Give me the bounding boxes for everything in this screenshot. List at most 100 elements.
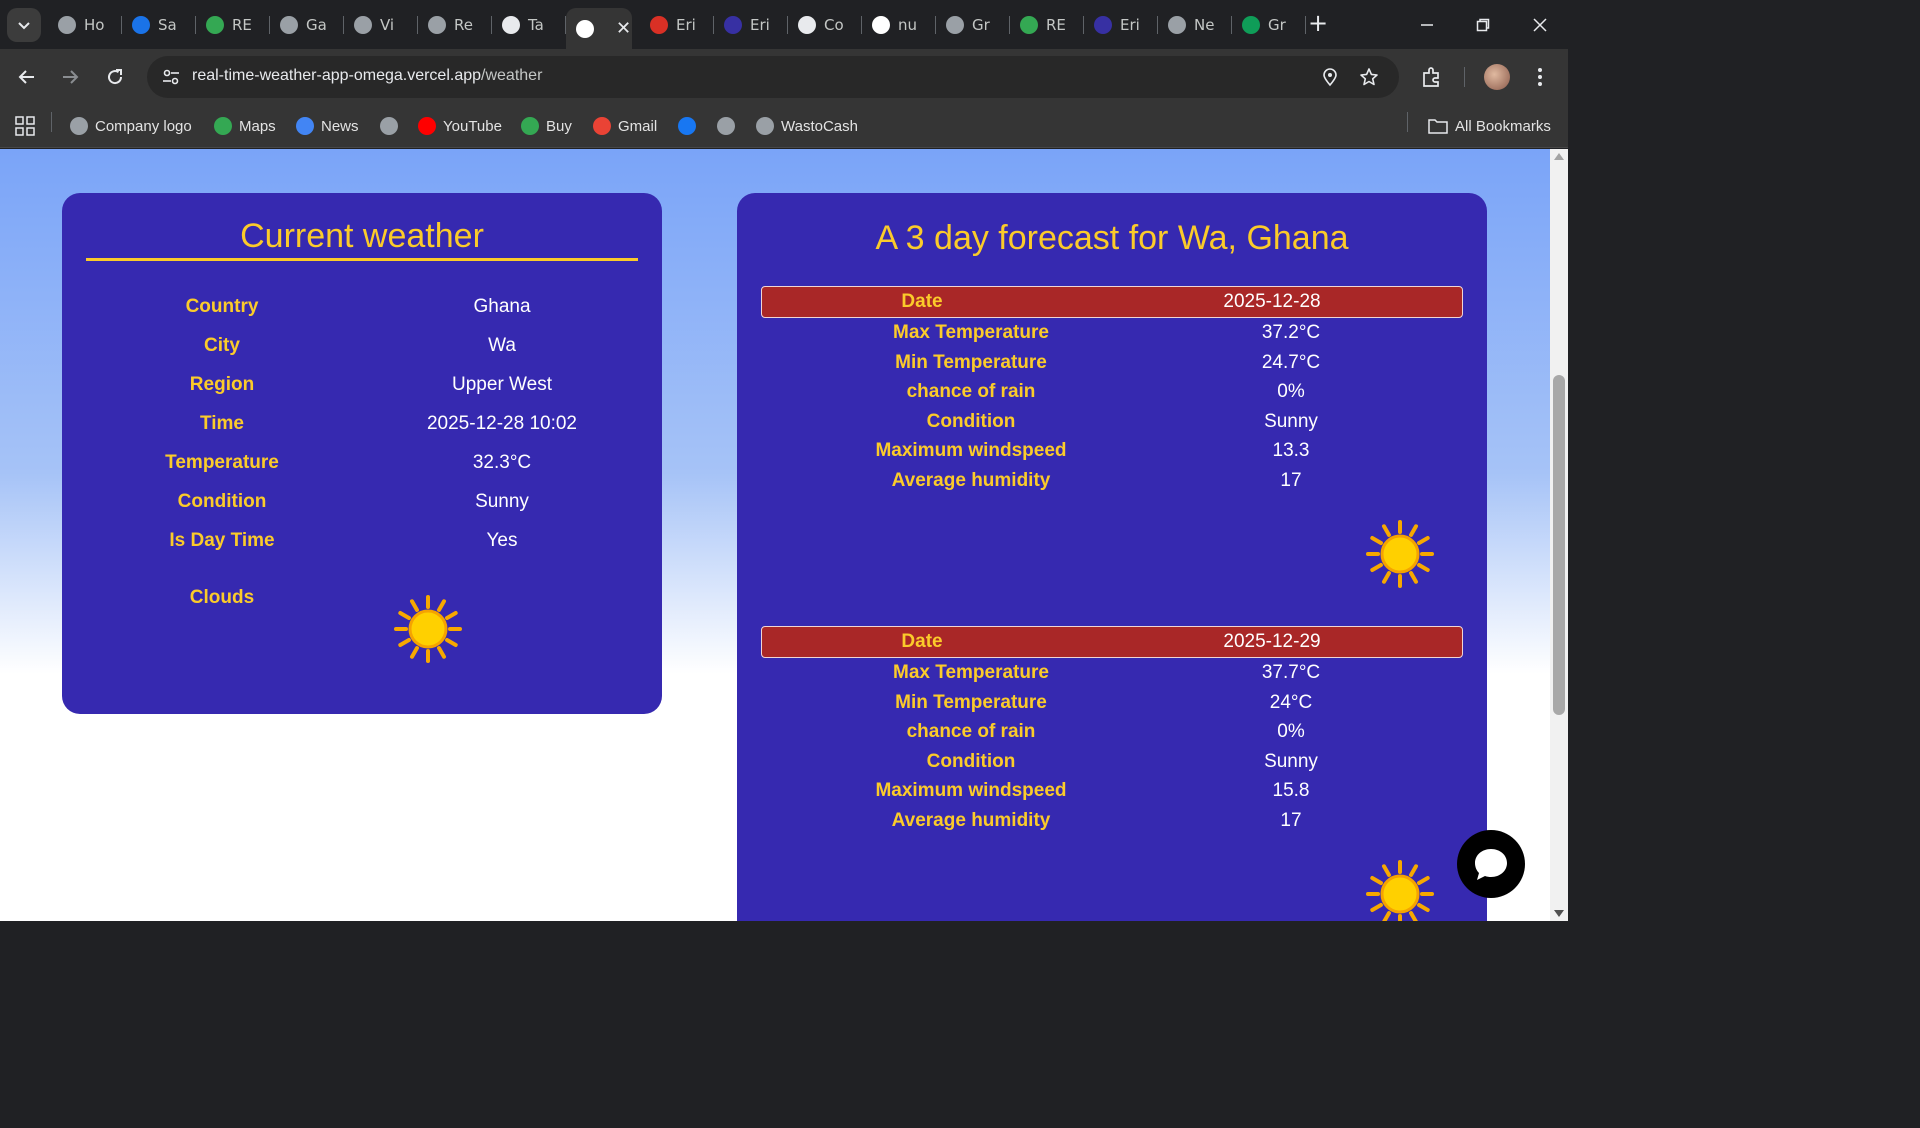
current-value: 2025-12-28 10:02 xyxy=(426,413,577,434)
date-label: Date xyxy=(901,631,943,652)
current-value: 32.3°C xyxy=(472,452,532,473)
forecast-value: 13.3 xyxy=(1272,440,1310,461)
forecast-row: Min Temperature 24°C xyxy=(761,692,1463,720)
bookmark-item[interactable]: News xyxy=(296,115,359,137)
location-icon[interactable] xyxy=(1320,67,1340,87)
browser-tab[interactable]: ✕ xyxy=(566,8,632,49)
bookmark-item[interactable] xyxy=(678,115,696,137)
browser-tab[interactable]: Eri xyxy=(714,8,788,42)
google-icon xyxy=(872,16,890,34)
star-icon[interactable] xyxy=(1359,67,1379,87)
bookmark-item[interactable]: WastoCash xyxy=(756,115,858,137)
forecast-label: Min Temperature xyxy=(895,691,1047,713)
browser-tab[interactable]: Ta xyxy=(492,8,566,42)
forward-button[interactable] xyxy=(54,61,86,93)
reload-icon xyxy=(108,69,123,85)
forecast-value: 37.7°C xyxy=(1261,662,1321,683)
forecast-label: Average humidity xyxy=(891,809,1051,831)
current-label: Temperature xyxy=(165,452,279,473)
apps-grid-icon[interactable] xyxy=(14,115,36,137)
tab-label: Ga xyxy=(306,16,327,34)
bookmark-item[interactable]: Maps xyxy=(214,115,276,137)
bookmark-item[interactable]: Gmail xyxy=(593,115,657,137)
extensions-icon[interactable] xyxy=(1420,65,1444,89)
leaf-icon xyxy=(1020,16,1038,34)
browser-tab[interactable]: Ho xyxy=(48,8,122,42)
tab-label: Eri xyxy=(1120,16,1140,34)
tab-strip: Ho Sa RE Ga Vi Re Ta ✕ Eri Eri Co nu Gr RE Eri Ne Gr + xyxy=(0,0,1568,49)
close-window-button[interactable] xyxy=(1512,0,1568,49)
current-label: Region xyxy=(189,374,255,395)
browser-tab[interactable]: Eri xyxy=(1084,8,1158,42)
forecast-label: Maximum windspeed xyxy=(875,780,1067,801)
new-tab-button[interactable]: + xyxy=(1305,10,1331,36)
close-icon xyxy=(1533,17,1547,32)
tab-label: Sa xyxy=(158,16,177,34)
bookmark-label: Company logo xyxy=(95,117,192,135)
forecast-value: 0% xyxy=(1277,381,1305,402)
browser-tab[interactable]: Gr xyxy=(936,8,1010,42)
chevron-down-icon xyxy=(18,22,30,30)
forecast-label: chance of rain xyxy=(906,381,1036,402)
address-bar[interactable]: real-time-weather-app-omega.vercel.app/w… xyxy=(147,56,1399,98)
openai-icon xyxy=(798,16,816,34)
browser-tab[interactable]: nu xyxy=(862,8,936,42)
bookmark-label: YouTube xyxy=(443,117,502,135)
all-bookmarks-label: All Bookmarks xyxy=(1455,117,1551,135)
url-text[interactable]: real-time-weather-app-omega.vercel.app/w… xyxy=(192,67,542,85)
tab-label: Ho xyxy=(84,16,105,34)
browser-tab[interactable]: Ga xyxy=(270,8,344,42)
chat-button[interactable] xyxy=(1457,830,1525,898)
back-button[interactable] xyxy=(11,61,43,93)
forecast-value: 0% xyxy=(1277,721,1305,742)
restore-button[interactable] xyxy=(1455,0,1511,49)
bookmark-item[interactable]: Company logo xyxy=(70,115,192,137)
bookmark-label: News xyxy=(321,117,359,135)
globe-icon xyxy=(946,16,964,34)
tab-search-button[interactable] xyxy=(7,8,41,42)
bookmarks-bar: Company logo Maps News YouTube Buy Gmail Wasto… xyxy=(0,105,1568,148)
browser-tab[interactable]: Sa xyxy=(122,8,196,42)
globe-icon xyxy=(280,16,298,34)
current-label: Country xyxy=(185,296,259,317)
bookmark-item[interactable]: YouTube xyxy=(418,115,502,137)
minimize-button[interactable] xyxy=(1399,0,1455,49)
profile-avatar[interactable] xyxy=(1484,64,1510,90)
browser-tab[interactable]: Vi xyxy=(344,8,418,42)
forecast-label: Max Temperature xyxy=(893,662,1049,683)
toolbar-divider xyxy=(1464,67,1465,87)
forecast-row: Min Temperature 24.7°C xyxy=(761,352,1463,380)
sun-icon xyxy=(1366,520,1434,588)
waves-icon xyxy=(502,16,520,34)
scroll-thumb[interactable] xyxy=(1553,375,1565,715)
scroll-down-arrow[interactable] xyxy=(1554,910,1564,917)
forecast-date-bar: Date 2025-12-28 xyxy=(761,286,1463,318)
bookmark-item[interactable]: Buy xyxy=(521,115,572,137)
all-bookmarks[interactable]: All Bookmarks xyxy=(1428,115,1551,137)
browser-tab[interactable]: RE xyxy=(196,8,270,42)
forecast-row: Average humidity 17 xyxy=(761,810,1463,838)
current-row: City Wa xyxy=(62,335,662,365)
more-menu-icon[interactable] xyxy=(1528,65,1552,89)
forecast-value: 24.7°C xyxy=(1261,351,1321,373)
forecast-value: 17 xyxy=(1280,469,1302,491)
browser-tab[interactable]: Gr xyxy=(1232,8,1306,42)
bookmark-item[interactable] xyxy=(380,115,398,137)
chat-bubble-icon xyxy=(1475,849,1507,880)
scroll-up-arrow[interactable] xyxy=(1554,153,1564,160)
close-tab-icon[interactable]: ✕ xyxy=(616,18,631,39)
bookmark-item[interactable] xyxy=(717,115,735,137)
page-scrollbar[interactable] xyxy=(1550,149,1568,921)
browser-tab[interactable]: Eri xyxy=(640,8,714,42)
globe-icon xyxy=(428,16,446,34)
current-weather-title: Current weather xyxy=(86,217,638,261)
tab-label: Re xyxy=(454,16,473,34)
browser-tab[interactable]: Co xyxy=(788,8,862,42)
site-settings-icon[interactable] xyxy=(161,67,181,87)
reload-button[interactable] xyxy=(99,61,131,93)
browser-tab[interactable]: RE xyxy=(1010,8,1084,42)
browser-tab[interactable]: Re xyxy=(418,8,492,42)
current-row: Country Ghana xyxy=(62,296,662,326)
forecast-value: Sunny xyxy=(1264,410,1318,432)
browser-tab[interactable]: Ne xyxy=(1158,8,1232,42)
